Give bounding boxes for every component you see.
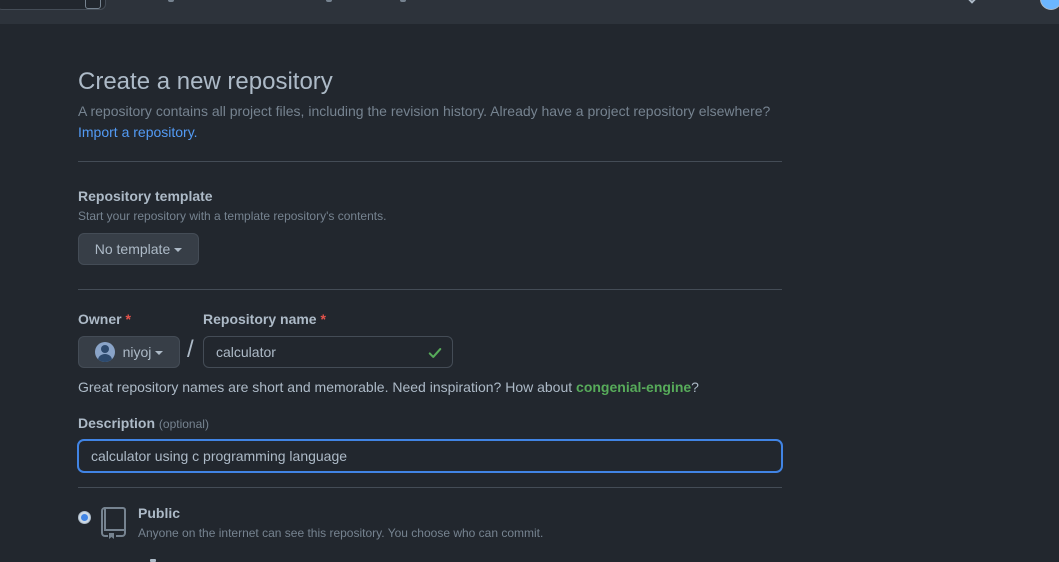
description-label: Description (optional) <box>78 415 209 431</box>
page-title: Create a new repository <box>78 68 333 95</box>
owner-label-text: Owner <box>78 311 122 327</box>
caret-down-icon <box>174 248 183 252</box>
optional-tag: (optional) <box>158 417 209 431</box>
template-label: Repository template <box>78 188 213 204</box>
repo-name-label-text: Repository name <box>203 311 317 327</box>
divider <box>78 289 782 290</box>
repo-name-value: calculator <box>216 344 276 360</box>
page-subtitle: A repository contains all project files,… <box>78 103 771 119</box>
owner-value: niyoj <box>122 344 152 360</box>
required-asterisk: * <box>125 311 131 327</box>
hint-suffix: ? <box>691 379 699 395</box>
repo-name-input[interactable]: calculator <box>203 336 453 368</box>
check-icon <box>428 348 442 358</box>
divider <box>78 487 782 488</box>
repo-name-hint: Great repository names are short and mem… <box>78 379 699 395</box>
search-input[interactable] <box>0 0 106 10</box>
template-button-label: No template <box>94 241 171 257</box>
top-header <box>0 0 1059 24</box>
slash-key-icon <box>85 0 101 9</box>
description-value: calculator using c programming language <box>91 448 348 464</box>
import-repository-link[interactable]: Import a repository. <box>78 124 198 140</box>
nav-link-stub[interactable] <box>326 0 332 2</box>
public-radio[interactable] <box>78 511 91 524</box>
hint-prefix: Great repository names are short and mem… <box>78 379 573 395</box>
caret-down-icon <box>155 351 164 355</box>
owner-dropdown-button[interactable]: niyoj <box>78 336 180 368</box>
public-label: Public <box>138 505 181 521</box>
owner-avatar <box>94 342 115 362</box>
suggested-name-link[interactable]: congenial-engine <box>576 379 691 395</box>
nav-link-stub[interactable] <box>168 0 174 2</box>
repo-icon <box>101 507 126 539</box>
divider <box>78 161 782 162</box>
owner-label: Owner * <box>78 311 131 327</box>
required-asterisk: * <box>320 311 326 327</box>
description-label-text: Description <box>78 415 156 431</box>
description-input[interactable]: calculator using c programming language <box>78 440 782 472</box>
user-avatar[interactable] <box>1040 0 1059 10</box>
template-dropdown-button[interactable]: No template <box>78 233 199 265</box>
owner-repo-separator: / <box>187 336 194 363</box>
template-note: Start your repository with a template re… <box>78 209 387 223</box>
repo-name-label: Repository name * <box>203 311 326 327</box>
chevron-down-icon[interactable] <box>966 0 978 4</box>
nav-link-stub[interactable] <box>400 0 406 2</box>
public-description: Anyone on the internet can see this repo… <box>138 526 544 540</box>
